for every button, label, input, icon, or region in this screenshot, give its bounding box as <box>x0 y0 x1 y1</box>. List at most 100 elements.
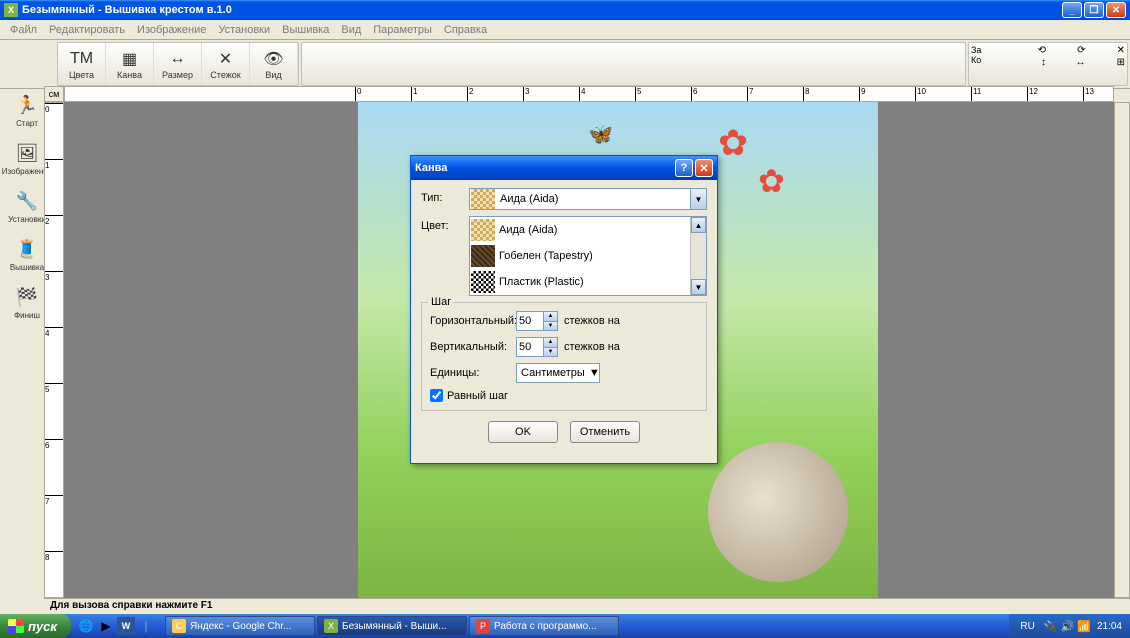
horizontal-ruler: 0123456789101112131415 <box>64 86 1114 102</box>
размер-icon: ↔ <box>166 48 190 70</box>
units-value: Сантиметры <box>517 367 589 379</box>
main-toolbar: ТМЦвета▦Канва↔Размер✕Стежок👁Вид <box>57 42 299 86</box>
menu-справка[interactable]: Справка <box>438 22 493 38</box>
horizontal-input[interactable] <box>517 312 543 330</box>
финиш-icon: 🏁 <box>13 285 41 311</box>
spin-up-icon[interactable]: ▲ <box>543 338 557 348</box>
menu-параметры[interactable]: Параметры <box>367 22 438 38</box>
color-label: Цвет: <box>421 216 469 232</box>
tool-icon[interactable]: ↕ <box>1041 57 1046 68</box>
quick-launch: 🌐 ▶ W | <box>71 617 161 635</box>
menu-установки[interactable]: Установки <box>212 22 276 38</box>
type-combobox[interactable]: Аида (Aida) ▼ <box>469 188 707 210</box>
vertical-spinner[interactable]: ▲▼ <box>516 337 558 357</box>
dropdown-arrow-icon[interactable]: ▼ <box>690 189 706 209</box>
tool-label: Размер <box>162 70 193 80</box>
flower-graphic: ✿ <box>718 122 758 162</box>
task-item[interactable]: X Безымянный - Выши... <box>317 616 467 636</box>
maximize-button[interactable]: ❐ <box>1084 2 1104 18</box>
tool-канва[interactable]: ▦Канва <box>106 43 154 85</box>
task-item[interactable]: CЯндекс - Google Chr... <box>165 616 315 636</box>
stitches-per-label: стежков на <box>564 315 620 327</box>
spin-up-icon[interactable]: ▲ <box>543 312 557 322</box>
dropdown-arrow-icon[interactable]: ▼ <box>589 367 600 379</box>
window-title: Безымянный - Вышивка крестом в.1.0 <box>22 4 1062 16</box>
equal-step-checkbox[interactable] <box>430 389 443 402</box>
menu-файл[interactable]: Файл <box>4 22 43 38</box>
start-label: пуск <box>28 619 57 634</box>
toolbar-right-label: За <box>971 45 1007 55</box>
menu-редактировать[interactable]: Редактировать <box>43 22 131 38</box>
menu-вид[interactable]: Вид <box>335 22 367 38</box>
units-select[interactable]: Сантиметры ▼ <box>516 363 600 383</box>
windows-flag-icon <box>8 619 24 633</box>
horizontal-spinner[interactable]: ▲▼ <box>516 311 558 331</box>
menu-изображение[interactable]: Изображение <box>131 22 212 38</box>
cancel-button[interactable]: Отменить <box>570 421 640 443</box>
toolbar-spacer <box>301 42 966 86</box>
equal-step-label: Равный шаг <box>447 390 508 402</box>
canvas-dialog: Канва ? ✕ Тип: Аида (Aida) ▼ Цвет: Аида … <box>410 155 718 464</box>
option-label: Пластик (Plastic) <box>499 276 584 288</box>
tool-цвета[interactable]: ТМЦвета <box>58 43 106 85</box>
dialog-close-button[interactable]: ✕ <box>695 159 713 177</box>
task-app-icon: P <box>476 619 490 633</box>
start-button[interactable]: пуск <box>0 614 71 638</box>
clock[interactable]: 21:04 <box>1097 621 1122 632</box>
vertical-input[interactable] <box>517 338 543 356</box>
language-indicator[interactable]: RU <box>1017 621 1037 632</box>
dropdown-option-tapestry[interactable]: Гобелен (Tapestry) <box>470 243 706 269</box>
vertical-scrollbar[interactable] <box>1114 102 1130 598</box>
dropdown-scrollbar[interactable]: ▲ ▼ <box>690 217 706 295</box>
tool-label: Цвета <box>69 70 94 80</box>
tool-icon[interactable]: ↔ <box>1076 57 1086 68</box>
tool-icon[interactable]: ⟲ <box>1038 45 1046 56</box>
tool-icon[interactable]: ⊞ <box>1117 57 1125 68</box>
dropdown-option-aida[interactable]: Аида (Aida) <box>470 217 706 243</box>
step-legend: Шаг <box>428 296 454 308</box>
tray-icon[interactable]: 🔌 <box>1044 620 1058 633</box>
scroll-down-icon[interactable]: ▼ <box>691 279 706 295</box>
step-fieldset: Шаг Горизонтальный: ▲▼ стежков на Вертик… <box>421 302 707 411</box>
task-label: Безымянный - Выши... <box>342 621 446 632</box>
tool-размер[interactable]: ↔Размер <box>154 43 202 85</box>
ok-button[interactable]: OK <box>488 421 558 443</box>
stitches-per-label: стежков на <box>564 341 620 353</box>
menu-вышивка[interactable]: Вышивка <box>276 22 335 38</box>
scroll-up-icon[interactable]: ▲ <box>691 217 706 233</box>
tray-network-icon[interactable]: 📶 <box>1077 620 1091 633</box>
units-label: Единицы: <box>430 367 516 379</box>
side-label: Старт <box>16 119 38 128</box>
tool-вид[interactable]: 👁Вид <box>250 43 298 85</box>
type-value: Аида (Aida) <box>496 193 690 205</box>
dialog-help-button[interactable]: ? <box>675 159 693 177</box>
tool-icon[interactable]: ⟳ <box>1077 45 1085 56</box>
task-app-icon: X <box>324 619 338 633</box>
minimize-button[interactable]: _ <box>1062 2 1082 18</box>
tool-icon[interactable]: ✕ <box>1117 45 1125 56</box>
taskbar: пуск 🌐 ▶ W | CЯндекс - Google Chr... X Без… <box>0 614 1130 638</box>
toolbar-right-panel: ЗаКо ⟲ ↕ ⟳ ↔ ✕ ⊞ <box>968 42 1128 86</box>
spin-down-icon[interactable]: ▼ <box>543 348 557 357</box>
app-icon[interactable]: ▶ <box>97 617 115 635</box>
chrome-icon[interactable]: 🌐 <box>77 617 95 635</box>
вид-icon: 👁 <box>262 48 286 70</box>
цвета-icon: ТМ <box>70 48 94 70</box>
flower-graphic: ✿ <box>758 162 798 202</box>
close-button[interactable]: ✕ <box>1106 2 1126 18</box>
вышивка-icon: 🧵 <box>13 237 41 263</box>
word-icon[interactable]: W <box>117 617 135 635</box>
spin-down-icon[interactable]: ▼ <box>543 322 557 331</box>
канва-icon: ▦ <box>118 48 142 70</box>
system-tray: RU 🔌 🔊 📶 21:04 <box>1009 614 1130 638</box>
dropdown-option-plastic[interactable]: Пластик (Plastic) <box>470 269 706 295</box>
option-label: Гобелен (Tapestry) <box>499 250 593 262</box>
task-items: CЯндекс - Google Chr... X Безымянный - Выш… <box>161 616 1009 636</box>
task-item[interactable]: PРабота с программо... <box>469 616 619 636</box>
tray-volume-icon[interactable]: 🔊 <box>1061 620 1075 633</box>
tool-стежок[interactable]: ✕Стежок <box>202 43 250 85</box>
mouse-graphic <box>708 442 848 582</box>
plastic-swatch-icon <box>471 271 495 293</box>
vertical-label: Вертикальный: <box>430 341 516 353</box>
dialog-titlebar[interactable]: Канва ? ✕ <box>411 156 717 180</box>
